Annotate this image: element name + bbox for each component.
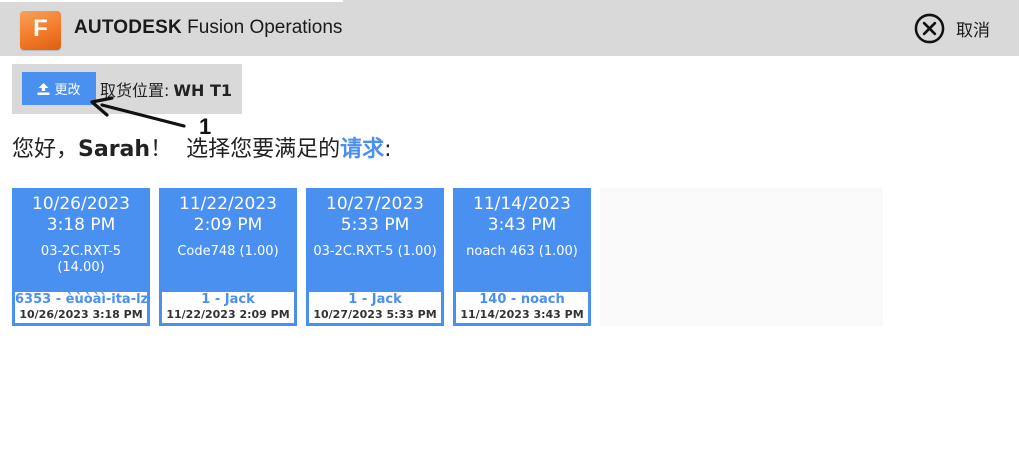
- faded-card-placeholder: [600, 188, 883, 326]
- request-timestamp: 10/27/2023 5:33 PM: [313, 308, 437, 321]
- header-strip: [0, 0, 343, 2]
- request-date: 11/14/2023: [473, 194, 571, 214]
- request-timestamp: 11/22/2023 2:09 PM: [166, 308, 290, 321]
- greeting-request: 请求: [340, 137, 385, 162]
- greeting-text: 您好，Sarah！ 选择您要满足的请求:: [12, 131, 392, 163]
- user-name: Sarah: [78, 137, 151, 162]
- request-time: 3:18 PM: [46, 215, 116, 235]
- request-footer: 140 - noach 11/14/2023 3:43 PM: [456, 292, 588, 323]
- change-location-button[interactable]: 更改: [22, 72, 96, 105]
- app-header: F AUTODESK Fusion Operations 取消: [0, 0, 1019, 56]
- request-time: 3:43 PM: [487, 215, 557, 235]
- request-timestamp: 10/26/2023 3:18 PM: [19, 308, 143, 321]
- request-item: 03-2C.RXT-5 (1.00): [313, 244, 437, 259]
- request-time: 5:33 PM: [340, 215, 410, 235]
- request-card[interactable]: 10/27/2023 5:33 PM 03-2C.RXT-5 (1.00) 1 …: [306, 188, 444, 326]
- request-date: 10/27/2023: [326, 194, 424, 214]
- close-circle-icon: [914, 13, 945, 43]
- request-footer: 1 - Jack 11/22/2023 2:09 PM: [162, 292, 294, 323]
- request-date: 11/22/2023: [179, 194, 277, 214]
- request-order: 1 - Jack: [201, 292, 255, 307]
- request-card[interactable]: 10/26/2023 3:18 PM 03-2C.RXT-5 (14.00) 6…: [12, 188, 150, 326]
- change-label: 更改: [54, 83, 81, 98]
- request-date: 10/26/2023: [32, 194, 130, 214]
- request-order: 1 - Jack: [348, 292, 402, 307]
- request-time: 2:09 PM: [193, 215, 263, 235]
- greeting-hello: 您好，: [12, 137, 79, 162]
- request-cards: 10/26/2023 3:18 PM 03-2C.RXT-5 (14.00) 6…: [12, 188, 883, 326]
- request-item: 03-2C.RXT-5 (14.00): [40, 244, 122, 275]
- greeting-colon: :: [384, 137, 392, 162]
- logo-letter: F: [33, 15, 48, 42]
- cancel-label: 取消: [956, 20, 990, 41]
- request-order: 6353 - èùòàì-ita-lzj: [15, 292, 147, 307]
- request-footer: 6353 - èùòàì-ita-lzj 10/26/2023 3:18 PM: [15, 292, 147, 323]
- request-timestamp: 11/14/2023 3:43 PM: [460, 308, 584, 321]
- request-order: 140 - noach: [479, 292, 565, 307]
- fusion-logo-icon: F: [20, 11, 61, 50]
- upload-icon: [37, 82, 50, 95]
- product-name: Fusion Operations: [187, 17, 343, 38]
- brand-name: AUTODESK: [74, 17, 182, 38]
- app-title: AUTODESK Fusion Operations: [74, 16, 342, 40]
- request-card[interactable]: 11/22/2023 2:09 PM Code748 (1.00) 1 - Ja…: [159, 188, 297, 326]
- greeting-prompt: 选择您要满足的: [186, 137, 341, 162]
- request-item: noach 463 (1.00): [466, 244, 578, 259]
- cancel-button[interactable]: 取消: [914, 12, 990, 44]
- request-item: Code748 (1.00): [177, 244, 279, 259]
- greeting-excl: ！: [150, 137, 173, 162]
- annotation-arrow: [90, 96, 186, 128]
- request-footer: 1 - Jack 10/27/2023 5:33 PM: [309, 292, 441, 323]
- request-card[interactable]: 11/14/2023 3:43 PM noach 463 (1.00) 140 …: [453, 188, 591, 326]
